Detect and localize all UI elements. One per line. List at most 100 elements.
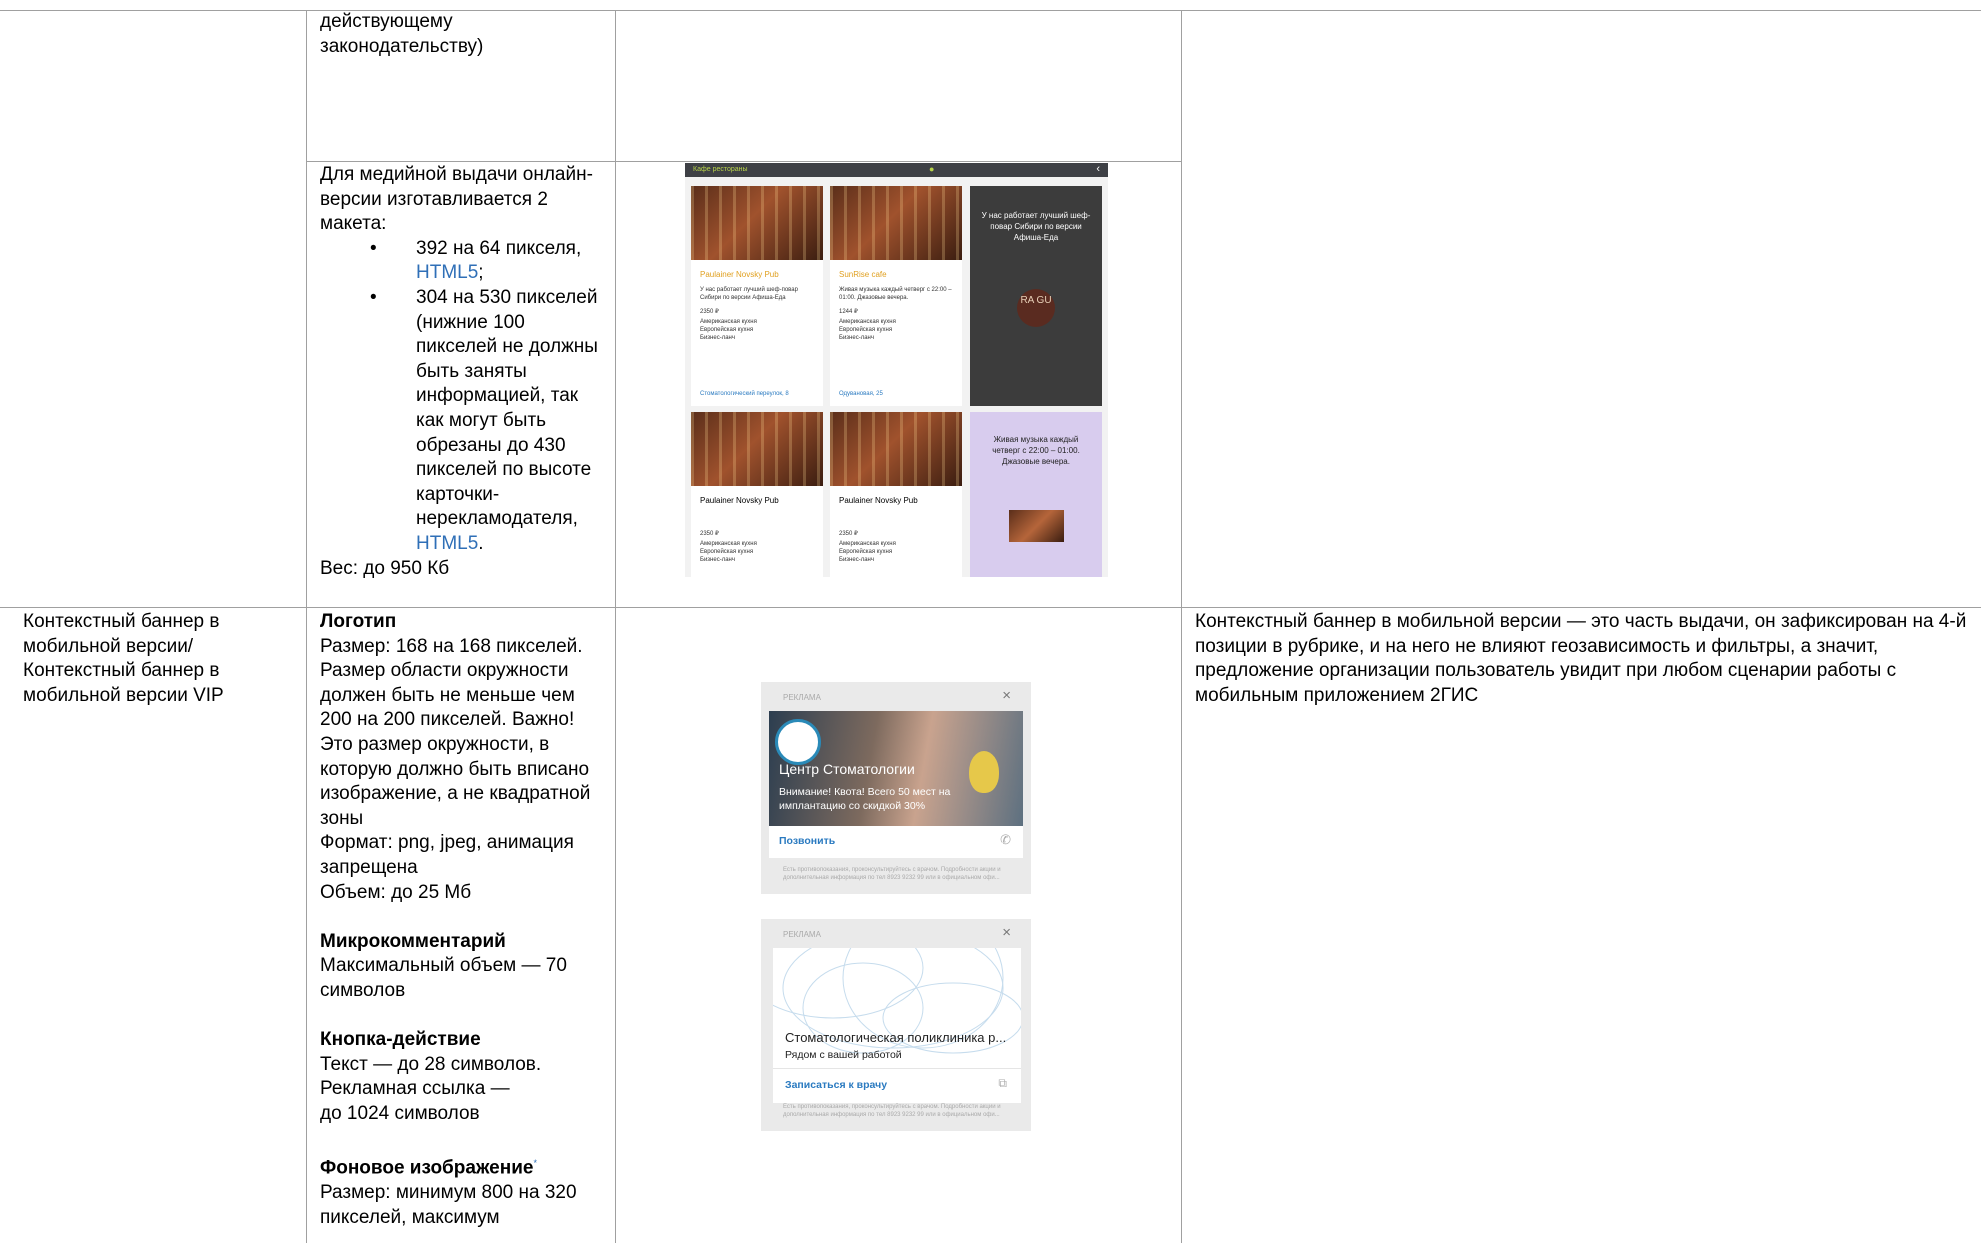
spec-end: ; xyxy=(478,262,484,284)
card-desc: Живая музыка каждый четверг с 22:00 – 01… xyxy=(839,287,952,301)
card-price: 2350 ₽ xyxy=(700,309,719,315)
micro-section-title: Микрокомментарий xyxy=(320,930,605,955)
banner-title: Стоматологическая поликлиника р... xyxy=(785,1030,1007,1045)
divider xyxy=(773,1068,1021,1069)
card-price: 2350 ₽ xyxy=(839,531,858,537)
html5-link[interactable]: HTML5 xyxy=(416,533,478,554)
logo-section-title: Логотип xyxy=(320,610,605,635)
spec-text: 304 на 530 пикселей (нижние 100 пикселей… xyxy=(416,286,598,530)
card-cuisine: Бизнес-ланч xyxy=(839,557,874,563)
spec-end: . xyxy=(478,532,484,554)
banner-title: Центр Стоматологии xyxy=(779,761,915,777)
card-desc: У нас работает лучший шеф-повар Сибири п… xyxy=(700,287,798,301)
phone-icon: ✆ xyxy=(1000,832,1011,847)
close-icon: × xyxy=(1002,924,1011,941)
text-line: законодательству) xyxy=(320,35,484,57)
cell-row3-col1: Контекстный баннер в мобильной версии/ К… xyxy=(23,611,224,706)
banner-action-row: Позвонить ✆ xyxy=(769,826,1023,858)
preview-topbar: Кафе рестораны ● ‹ xyxy=(685,163,1108,177)
col-divider xyxy=(1181,10,1182,1243)
ragu-logo: RA GU xyxy=(1017,289,1055,327)
card-cuisine: Бизнес-ланч xyxy=(700,557,735,563)
banner-action: Записаться к врачу xyxy=(785,1079,888,1091)
logo-spec: Размер: 168 на 168 пикселей. Размер обла… xyxy=(320,635,591,829)
ad-card-lavender: Живая музыка каждый четверг с 22:00 – 01… xyxy=(970,412,1102,577)
chevron-left-icon: ‹ xyxy=(1096,163,1100,175)
external-link-icon: ⧉ xyxy=(998,1076,1007,1090)
bg-spec: Размер: минимум 800 на 320 пикселей, мак… xyxy=(320,1181,577,1228)
spec-text: 392 на 64 пикселя, xyxy=(416,237,582,259)
card-cuisine: Европейская кухня xyxy=(700,327,754,333)
media-spec-list: 392 на 64 пикселя, HTML5; 304 на 530 пик… xyxy=(320,237,600,557)
card-address: Одувановая, 25 xyxy=(839,391,883,397)
volume-spec: Объем: до 25 Мб xyxy=(320,881,472,903)
text-line: действующему xyxy=(320,11,453,32)
listing-card: Paulainer Novsky Pub У нас работает лучш… xyxy=(691,186,823,406)
col-divider xyxy=(306,10,307,1243)
listing-card: SunRise cafe Живая музыка каждый четверг… xyxy=(830,186,962,406)
restaurant-photo xyxy=(830,412,962,486)
media-intro: Для медийной выдачи онлайн-версии изгота… xyxy=(320,164,593,235)
card-cuisine: Американская кухня xyxy=(839,541,896,547)
banner-image: Стоматологическая поликлиника р... Рядом… xyxy=(773,948,1021,1103)
cell-row3-col2: Логотип Размер: 168 на 168 пикселей. Раз… xyxy=(320,610,605,1230)
card-cuisine: Европейская кухня xyxy=(700,549,754,555)
ad-label: РЕКЛАМА xyxy=(783,693,821,702)
card-name: SunRise cafe xyxy=(839,270,887,279)
micro-spec: Максимальный объем — 70 символов xyxy=(320,955,567,1001)
pin-icon: ● xyxy=(929,164,935,174)
close-icon: × xyxy=(1002,687,1011,704)
bg-section-title: Фоновое изображение* xyxy=(320,1151,605,1181)
card-price: 2350 ₽ xyxy=(700,531,719,537)
preview-topbar-title: Кафе рестораны xyxy=(693,166,748,173)
banner-footer: Есть противопоказания, проконсультируйте… xyxy=(783,1104,1001,1118)
button-spec: до 1024 символов xyxy=(320,1102,480,1124)
cell-row3-col4: Контекстный баннер в мобильной версии — … xyxy=(1195,611,1967,706)
card-cuisine: Американская кухня xyxy=(700,319,757,325)
card-address: Стоматологический переулок, 8 xyxy=(700,391,789,397)
card-cuisine: Американская кухня xyxy=(700,541,757,547)
media-weight: Вес: до 950 Кб xyxy=(320,557,450,579)
card-name: Paulainer Novsky Pub xyxy=(700,270,779,279)
card-name: Paulainer Novsky Pub xyxy=(700,496,779,505)
cell-row2-col2: Для медийной выдачи онлайн-версии изгота… xyxy=(320,163,600,581)
html5-link[interactable]: HTML5 xyxy=(416,262,478,283)
ad-card-text: У нас работает лучший шеф-повар Сибири п… xyxy=(981,211,1091,242)
card-cuisine: Бизнес-ланч xyxy=(700,335,735,341)
listing-card: Paulainer Novsky Pub 2350 ₽ Американская… xyxy=(830,412,962,577)
context-banner-preview: РЕКЛАМА × Стоматологическая поликлиника … xyxy=(761,919,1031,1131)
button-spec: Текст — до 28 символов. Рекламная ссылка… xyxy=(320,1053,542,1100)
format-spec: Формат: png, jpeg, анимация запрещена xyxy=(320,832,574,878)
card-cuisine: Бизнес-ланч xyxy=(839,335,874,341)
section-title: Кнопка-действие xyxy=(320,1029,481,1051)
banner-subtitle: Внимание! Квота! Всего 50 мест на имплан… xyxy=(779,786,951,812)
list-item: 304 на 530 пикселей (нижние 100 пикселей… xyxy=(320,286,600,557)
card-name: Paulainer Novsky Pub xyxy=(839,496,918,505)
cell-row1-col2: действующему законодательству) xyxy=(320,10,610,59)
table-border-top xyxy=(0,10,1981,11)
restaurant-photo xyxy=(1009,510,1064,542)
card-price: 1244 ₽ xyxy=(839,309,858,315)
section-title: Фоновое изображение xyxy=(320,1157,534,1179)
list-item: 392 на 64 пикселя, HTML5; xyxy=(320,237,600,286)
col-divider xyxy=(615,10,616,1243)
context-banner-preview: РЕКЛАМА × Центр Стоматологии Внимание! К… xyxy=(761,682,1031,894)
banner-image: Центр Стоматологии Внимание! Квота! Всег… xyxy=(769,711,1023,826)
section-title: Микрокомментарий xyxy=(320,930,506,952)
ad-label: РЕКЛАМА xyxy=(783,930,821,939)
button-section-title: Кнопка-действие xyxy=(320,1028,605,1053)
restaurant-photo xyxy=(830,186,962,260)
banner-footer: Есть противопоказания, проконсультируйте… xyxy=(783,867,1001,881)
restaurant-photo xyxy=(691,186,823,260)
card-cuisine: Европейская кухня xyxy=(839,549,893,555)
card-cuisine: Американская кухня xyxy=(839,319,896,325)
clinic-logo xyxy=(775,719,821,765)
row-divider xyxy=(306,161,1182,162)
footnote-marker[interactable]: * xyxy=(533,1158,537,1168)
media-preview-image: Кафе рестораны ● ‹ Paulainer Novsky Pub … xyxy=(685,163,1108,577)
banner-action: Позвонить xyxy=(779,835,836,847)
card-cuisine: Европейская кухня xyxy=(839,327,893,333)
ad-card-dark: У нас работает лучший шеф-повар Сибири п… xyxy=(970,186,1102,406)
restaurant-photo xyxy=(691,412,823,486)
ad-card-text: Живая музыка каждый четверг с 22:00 – 01… xyxy=(992,435,1080,466)
